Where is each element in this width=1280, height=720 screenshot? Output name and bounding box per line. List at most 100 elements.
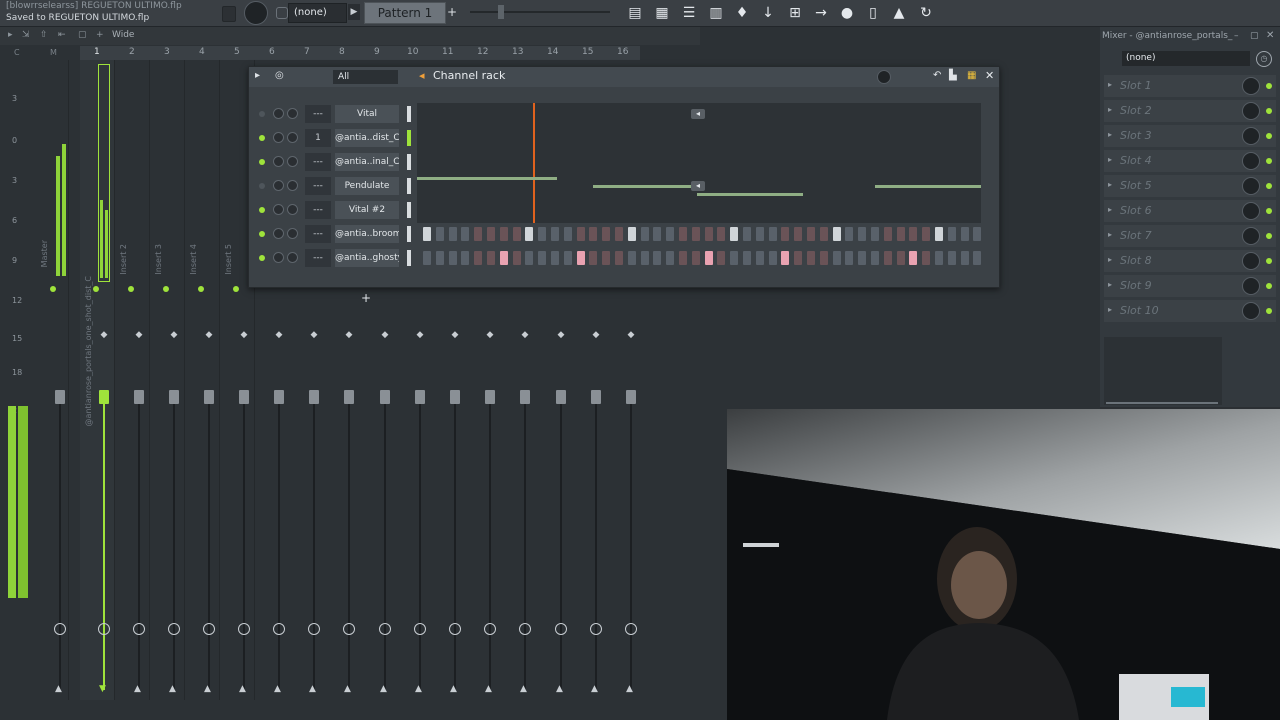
step-button[interactable]: [423, 227, 431, 241]
expand-icon[interactable]: ▸: [1108, 130, 1112, 139]
route-arrow-icon[interactable]: ▲: [556, 684, 563, 694]
strip-led[interactable]: [163, 286, 169, 292]
stereo-separation-knob[interactable]: [519, 623, 531, 635]
channel-knob[interactable]: [287, 132, 298, 143]
step-button[interactable]: [525, 251, 534, 265]
step-button[interactable]: [922, 227, 931, 241]
channel-mixer-track[interactable]: ---: [305, 153, 331, 171]
step-button[interactable]: [807, 227, 815, 241]
expand-icon[interactable]: ▸: [1108, 255, 1112, 264]
fx-slot[interactable]: ▸ Slot 7: [1104, 225, 1276, 247]
minimize-icon[interactable]: –: [1234, 31, 1239, 41]
step-button[interactable]: [666, 251, 675, 265]
channel-mixer-track[interactable]: ---: [305, 225, 331, 243]
route-arrow-icon[interactable]: ▲: [134, 684, 141, 694]
fx-enable-led[interactable]: [1266, 233, 1272, 239]
step-button[interactable]: [435, 227, 444, 241]
fx-slot[interactable]: ▸ Slot 4: [1104, 150, 1276, 172]
pan-knob[interactable]: ◆: [484, 330, 496, 352]
step-button[interactable]: [858, 227, 867, 241]
volume-fader[interactable]: [485, 390, 495, 404]
channel-knob[interactable]: [287, 204, 298, 215]
channel-name[interactable]: @antia..ghosty: [335, 249, 399, 267]
step-button[interactable]: [960, 251, 969, 265]
route-arrow-icon[interactable]: ▲: [626, 684, 633, 694]
route-arrow-icon[interactable]: ▲: [591, 684, 598, 694]
step-button[interactable]: [563, 227, 572, 241]
step-button[interactable]: [435, 251, 444, 265]
expand-icon[interactable]: ▸: [1108, 105, 1112, 114]
mixer-preset-select[interactable]: (none): [1122, 51, 1250, 66]
step-button[interactable]: [960, 227, 969, 241]
channel-mixer-track[interactable]: ---: [305, 201, 331, 219]
step-button[interactable]: [679, 251, 687, 265]
expand-icon[interactable]: ▸: [1108, 205, 1112, 214]
fx-slot[interactable]: ▸ Slot 9: [1104, 275, 1276, 297]
step-button[interactable]: [602, 251, 611, 265]
volume-fader[interactable]: [99, 390, 109, 404]
pitch-slider[interactable]: [470, 11, 610, 13]
step-button[interactable]: [871, 251, 879, 265]
fx-enable-led[interactable]: [1266, 83, 1272, 89]
step-button[interactable]: [883, 227, 892, 241]
playlist-icon[interactable]: ▤: [624, 2, 646, 24]
stereo-separation-knob[interactable]: [414, 623, 426, 635]
step-button[interactable]: [512, 251, 521, 265]
strip-led[interactable]: [93, 286, 99, 292]
pan-knob[interactable]: ◆: [308, 330, 320, 352]
channel-mute-led[interactable]: [259, 255, 265, 261]
channel-select[interactable]: [407, 226, 411, 242]
step-button[interactable]: [717, 251, 726, 265]
fx-mix-knob[interactable]: [1242, 302, 1260, 320]
step-button[interactable]: [615, 227, 623, 241]
step-button[interactable]: [666, 227, 675, 241]
step-button[interactable]: [640, 227, 649, 241]
step-button[interactable]: [730, 227, 739, 241]
step-button[interactable]: [499, 227, 508, 241]
fx-mix-knob[interactable]: [1242, 152, 1260, 170]
fx-slot[interactable]: ▸ Slot 3: [1104, 125, 1276, 147]
route-arrow-icon[interactable]: ▲: [380, 684, 387, 694]
step-button[interactable]: [461, 251, 470, 265]
fx-slot[interactable]: ▸ Slot 1: [1104, 75, 1276, 97]
fx-mix-knob[interactable]: [1242, 127, 1260, 145]
volume-fader[interactable]: [415, 390, 425, 404]
stereo-separation-knob[interactable]: [379, 623, 391, 635]
pan-knob[interactable]: ◆: [343, 330, 355, 352]
plugin-icon[interactable]: ♦: [731, 2, 753, 24]
refresh-icon[interactable]: ↻: [915, 2, 937, 24]
fx-enable-led[interactable]: [1266, 108, 1272, 114]
channel-knob[interactable]: [273, 132, 284, 143]
rack-play-icon[interactable]: ▸: [255, 70, 260, 81]
channel-name[interactable]: @antia..inal_C: [335, 153, 399, 171]
stereo-separation-knob[interactable]: [625, 623, 637, 635]
step-button[interactable]: [819, 227, 828, 241]
step-button[interactable]: [845, 227, 854, 241]
pitch-slider-handle[interactable]: [498, 5, 504, 19]
browser-icon[interactable]: ⊞: [784, 2, 806, 24]
route-arrow-icon[interactable]: ▲: [485, 684, 492, 694]
channel-knob[interactable]: [287, 156, 298, 167]
route-arrow-icon[interactable]: ▲: [309, 684, 316, 694]
step-button[interactable]: [538, 227, 547, 241]
fx-mix-knob[interactable]: [1242, 277, 1260, 295]
channel-knob[interactable]: [287, 108, 298, 119]
width-mode[interactable]: Wide: [112, 30, 134, 40]
step-button[interactable]: [845, 251, 854, 265]
channel-rack-icon[interactable]: ▥: [705, 2, 727, 24]
step-button[interactable]: [525, 227, 534, 241]
channel-knob[interactable]: [273, 204, 284, 215]
tempo-icon[interactable]: [222, 6, 236, 22]
strip-led[interactable]: [50, 286, 56, 292]
lock-icon[interactable]: [276, 7, 288, 19]
fx-mix-knob[interactable]: [1242, 177, 1260, 195]
step-button[interactable]: [448, 227, 457, 241]
channel-row[interactable]: --- @antia..inal_C: [255, 151, 995, 173]
step-view-icon[interactable]: ▦: [967, 70, 976, 81]
fx-slot[interactable]: ▸ Slot 8: [1104, 250, 1276, 272]
fx-mix-knob[interactable]: [1242, 227, 1260, 245]
volume-fader[interactable]: [344, 390, 354, 404]
channel-mute-led[interactable]: [259, 135, 265, 141]
step-button[interactable]: [832, 227, 841, 241]
step-button[interactable]: [563, 251, 572, 265]
